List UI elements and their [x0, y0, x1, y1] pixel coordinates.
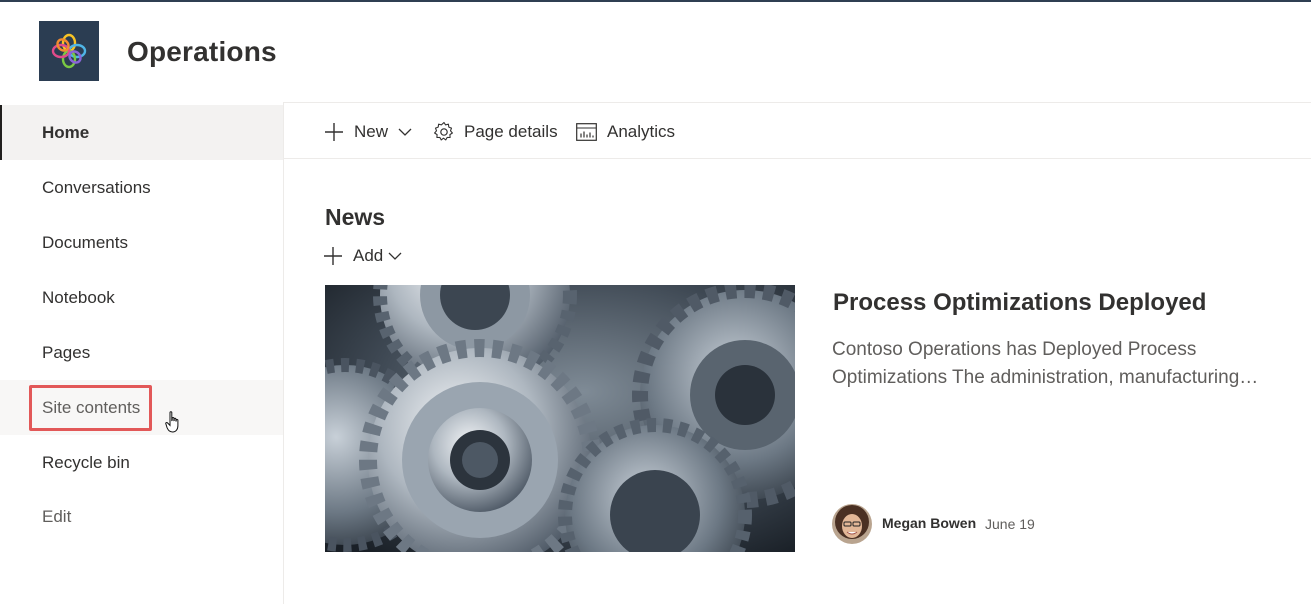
analytics-icon	[576, 122, 597, 141]
nav-item-label: Home	[42, 122, 90, 142]
gears-photo	[325, 285, 795, 552]
news-article-title[interactable]: Process Optimizations Deployed	[833, 289, 1206, 317]
nav-item-edit[interactable]: Edit	[0, 489, 283, 544]
news-add-label: Add	[353, 246, 384, 265]
hand-cursor-icon	[165, 411, 179, 433]
news-article-image[interactable]	[325, 285, 795, 552]
site-logo-icon	[51, 33, 87, 69]
page-details-button[interactable]: Page details	[433, 103, 558, 160]
command-bar: New Page details Analytics	[284, 102, 1311, 159]
site-title[interactable]: Operations	[127, 36, 277, 68]
analytics-button[interactable]: Analytics	[576, 103, 675, 160]
nav-item-conversations[interactable]: Conversations	[0, 160, 283, 215]
author-photo	[832, 504, 872, 544]
new-button-label: New	[354, 121, 389, 141]
left-navigation: Home Conversations Documents Notebook Pa…	[0, 102, 284, 604]
gear-icon	[434, 121, 453, 140]
avatar[interactable]	[832, 504, 872, 544]
site-contents-highlight-box	[29, 385, 152, 431]
analytics-label: Analytics	[607, 121, 676, 141]
page-details-label: Page details	[464, 121, 558, 141]
news-article-description: Contoso Operations has Deployed Process …	[832, 336, 1287, 392]
news-add-button[interactable]: Add	[323, 243, 402, 269]
plus-icon	[325, 122, 343, 141]
news-section-title: News	[325, 204, 386, 230]
description-line: Contoso Operations has Deployed Process	[832, 339, 1197, 360]
post-date: June 19	[985, 516, 1035, 532]
site-logo[interactable]	[39, 21, 99, 81]
nav-item-label: Pages	[42, 342, 91, 362]
chevron-down-icon	[388, 252, 402, 260]
nav-item-pages[interactable]: Pages	[0, 325, 283, 380]
nav-item-notebook[interactable]: Notebook	[0, 270, 283, 325]
nav-item-documents[interactable]: Documents	[0, 215, 283, 270]
nav-item-home[interactable]: Home	[0, 105, 283, 160]
nav-item-recycle-bin[interactable]: Recycle bin	[0, 435, 283, 490]
nav-item-label: Conversations	[42, 177, 151, 197]
chevron-down-icon	[398, 128, 412, 136]
nav-item-label: Edit	[42, 506, 72, 526]
author-name[interactable]: Megan Bowen	[882, 515, 976, 531]
nav-item-label: Recycle bin	[42, 452, 130, 472]
new-button[interactable]: New	[324, 103, 412, 160]
plus-icon	[324, 247, 342, 265]
nav-item-label: Documents	[42, 232, 128, 252]
site-header: Operations	[0, 2, 1311, 102]
nav-item-label: Notebook	[42, 287, 115, 307]
description-line: Optimizations The administration, manufa…	[832, 367, 1259, 388]
